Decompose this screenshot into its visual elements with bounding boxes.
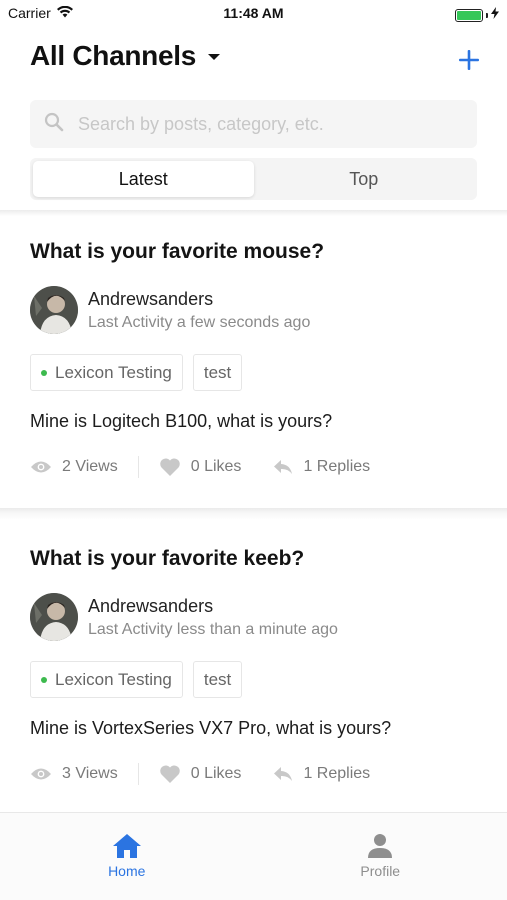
post-tags: Lexicon Testing test (30, 354, 477, 391)
category-label: Lexicon Testing (55, 669, 172, 689)
reply-icon (274, 767, 293, 781)
replies-stat[interactable]: 1 Replies (273, 765, 370, 783)
post-author: Andrewsanders Last Activity a few second… (30, 286, 477, 334)
status-bar: Carrier 11:48 AM (0, 0, 507, 28)
home-icon (112, 834, 141, 858)
post-card[interactable]: What is your favorite mouse? Andrewsande… (0, 240, 507, 478)
battery-level (457, 10, 481, 20)
heart-icon (159, 458, 180, 476)
reply-icon (274, 460, 293, 474)
heart-icon (159, 765, 180, 783)
status-time: 11:48 AM (223, 5, 284, 21)
post-stats: 2 Views 0 Likes 1 Replies (30, 456, 477, 478)
post-title[interactable]: What is your favorite keeb? (30, 547, 477, 571)
tab-profile[interactable]: Profile (254, 813, 507, 900)
tag-chip[interactable]: test (192, 354, 243, 391)
post-stats: 3 Views 0 Likes 1 Replies (30, 763, 477, 785)
likes-stat[interactable]: 0 Likes (159, 457, 242, 477)
tag-label: test (203, 362, 232, 382)
likes-stat[interactable]: 0 Likes (159, 764, 242, 784)
post-separator (0, 508, 507, 520)
search-input[interactable] (78, 113, 448, 135)
bottom-tab-bar: Home Profile (0, 812, 507, 900)
caret-down-icon (208, 54, 220, 60)
channel-selector[interactable]: All Channels (30, 40, 483, 72)
post-author: Andrewsanders Last Activity less than a … (30, 593, 477, 641)
page-title: All Channels (30, 40, 196, 71)
author-name[interactable]: Andrewsanders (88, 289, 310, 310)
tab-profile-label: Profile (360, 863, 401, 879)
eye-icon (31, 461, 51, 473)
views-stat: 3 Views (30, 765, 118, 783)
avatar[interactable] (30, 286, 78, 334)
tab-home[interactable]: Home (0, 813, 254, 900)
views-stat: 2 Views (30, 458, 118, 476)
post-body: Mine is VortexSeries VX7 Pro, what is yo… (30, 718, 392, 738)
avatar[interactable] (30, 593, 78, 641)
post-body: Mine is Logitech B100, what is yours? (30, 411, 333, 431)
post-title[interactable]: What is your favorite mouse? (30, 240, 477, 264)
post-tags: Lexicon Testing test (30, 661, 477, 698)
views-count: 2 Views (62, 458, 118, 475)
last-activity: Last Activity less than a minute ago (88, 620, 338, 638)
eye-icon (31, 768, 51, 780)
tab-home-label: Home (108, 863, 146, 879)
search-bar[interactable] (30, 100, 477, 148)
header: All Channels (30, 40, 483, 86)
stat-divider (137, 456, 139, 478)
replies-stat[interactable]: 1 Replies (273, 458, 370, 476)
tag-label: test (203, 669, 232, 689)
feed-divider (0, 210, 507, 216)
replies-count: 1 Replies (303, 765, 371, 782)
likes-count: 0 Likes (190, 765, 242, 782)
sort-tabs: Latest Top (30, 158, 477, 200)
category-tag[interactable]: Lexicon Testing (30, 354, 183, 391)
category-dot-icon (41, 676, 47, 683)
likes-count: 0 Likes (190, 458, 242, 475)
battery-cap (486, 12, 488, 18)
profile-icon (368, 834, 393, 858)
add-post-button[interactable] (455, 46, 483, 74)
category-label: Lexicon Testing (55, 362, 172, 382)
tag-chip[interactable]: test (192, 661, 243, 698)
last-activity: Last Activity a few seconds ago (88, 313, 311, 331)
search-icon (44, 112, 64, 137)
views-count: 3 Views (62, 765, 118, 782)
status-bar-right (455, 6, 499, 24)
author-name[interactable]: Andrewsanders (88, 596, 338, 617)
tab-top[interactable]: Top (254, 161, 475, 197)
category-tag[interactable]: Lexicon Testing (30, 661, 183, 698)
category-dot-icon (41, 369, 47, 376)
replies-count: 1 Replies (303, 458, 371, 475)
stat-divider (137, 763, 139, 785)
post-card[interactable]: What is your favorite keeb? Andrewsander… (0, 547, 507, 785)
plus-icon (459, 50, 479, 70)
tab-latest[interactable]: Latest (33, 161, 254, 197)
battery-icon (455, 8, 483, 22)
charging-icon (491, 6, 499, 24)
